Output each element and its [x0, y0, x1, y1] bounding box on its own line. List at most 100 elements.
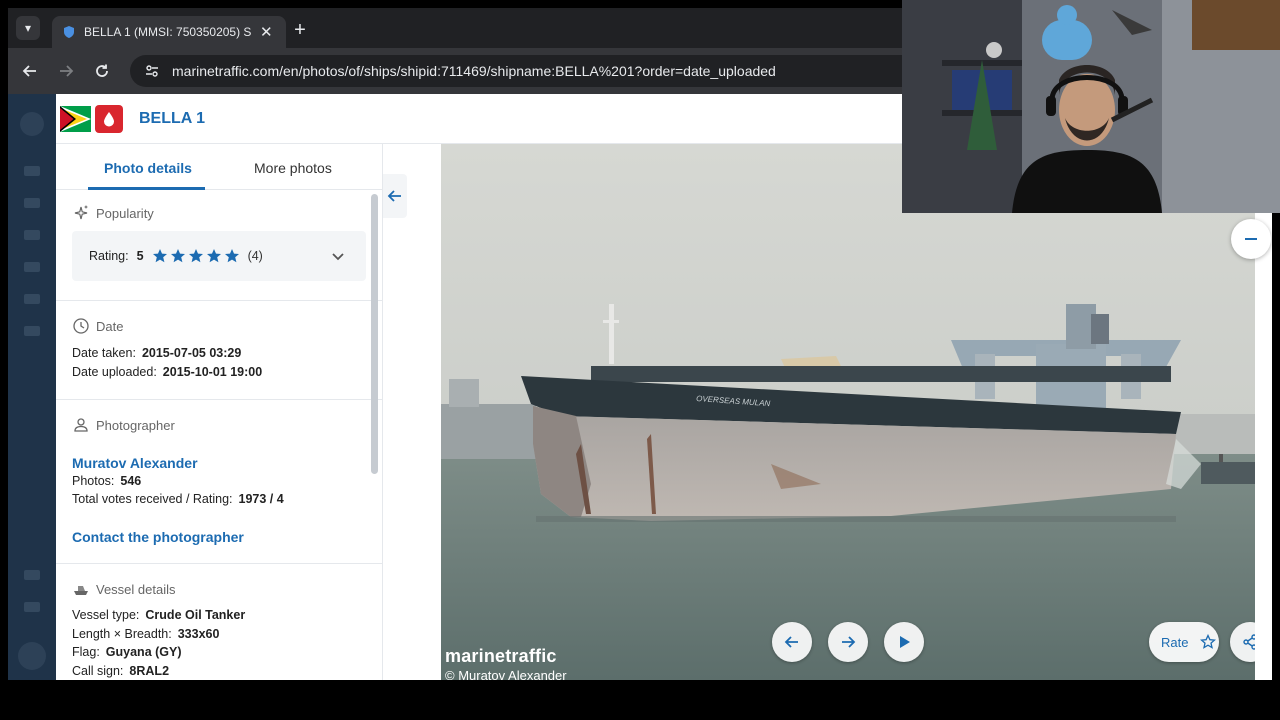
logo-icon[interactable] [20, 112, 44, 136]
call-sign-row: Call sign: 8RAL2 [72, 664, 169, 678]
share-icon [1243, 634, 1255, 650]
star-outline-icon [1200, 634, 1217, 649]
rate-button[interactable]: Rate [1149, 622, 1219, 662]
slideshow-play-button[interactable] [884, 622, 924, 662]
webcam-overlay [902, 0, 1280, 213]
popularity-label: Popularity [96, 205, 154, 221]
star-icon [224, 249, 239, 263]
vessel-details-section: Vessel details Vessel type: Crude Oil Tan… [56, 564, 382, 680]
date-section: Date Date taken: 2015-07-05 03:29 Date up… [56, 301, 382, 400]
nav-item-icon[interactable] [24, 230, 40, 240]
previous-photo-button[interactable] [772, 622, 812, 662]
panel-tabs: Photo details More photos [56, 144, 382, 190]
nav-item-icon[interactable] [24, 602, 40, 612]
tab-more-photos[interactable]: More photos [254, 160, 332, 176]
rating-label: Rating: [89, 249, 129, 263]
date-title: Date [72, 317, 123, 335]
photos-value: 546 [120, 474, 142, 488]
active-tab-indicator [88, 187, 205, 190]
panel-scrollbar[interactable] [371, 194, 378, 474]
user-avatar-icon[interactable] [18, 642, 46, 670]
reload-icon[interactable] [90, 59, 114, 83]
date-taken-row: Date taken: 2015-07-05 03:29 [72, 346, 241, 360]
marinetraffic-favicon-icon [64, 26, 74, 38]
photographer-section: Photographer Muratov Alexander Photos: 54… [56, 400, 382, 564]
sparkle-icon [74, 205, 88, 220]
new-tab-icon[interactable]: + [288, 18, 312, 42]
collapse-panel-button[interactable] [383, 174, 407, 218]
star-icon [152, 249, 167, 263]
date-uploaded-label: Date uploaded: [72, 365, 157, 379]
votes-label: Total votes received / Rating: [72, 492, 233, 506]
star-icon [206, 249, 221, 263]
date-taken-value: 2015-07-05 03:29 [141, 346, 242, 360]
back-arrow-icon[interactable] [18, 59, 42, 83]
star-icon [170, 249, 185, 263]
rating-summary[interactable]: Rating: 5 (4) [72, 231, 366, 281]
photos-count-row: Photos: 546 [72, 474, 141, 488]
vessel-flag-row: Flag: Guyana (GY) [72, 645, 182, 659]
browser-tab[interactable]: BELLA 1 (MMSI: 750350205) Sh ✕ [52, 16, 286, 48]
next-photo-button[interactable] [828, 622, 868, 662]
nav-item-icon[interactable] [24, 198, 40, 208]
votes-value: 1973 / 4 [238, 492, 284, 506]
tab-search-chevron-icon[interactable]: ▾ [16, 16, 40, 40]
contact-photographer-link[interactable]: Contact the photographer [72, 529, 244, 545]
vessel-flag-label: Flag: [72, 645, 100, 659]
forward-arrow-icon[interactable] [54, 59, 78, 83]
site-settings-icon[interactable] [144, 63, 160, 79]
nav-item-icon[interactable] [24, 166, 40, 176]
minus-icon [1245, 238, 1257, 240]
rate-label: Rate [1161, 634, 1189, 650]
vessel-flag-value: Guyana (GY) [105, 645, 182, 659]
screen: ▾ BELLA 1 (MMSI: 750350205) Sh ✕ + marin… [0, 0, 1280, 720]
photographer-name-link[interactable]: Muratov Alexander [72, 455, 198, 471]
marinetraffic-brand: marinetraffic [445, 646, 557, 666]
photos-label: Photos: [72, 474, 115, 488]
vessel-details-label: Vessel details [96, 581, 176, 597]
photo-details-panel: Photo details More photos Popularity Rat… [56, 144, 383, 680]
arrow-right-icon [842, 636, 856, 648]
vessel-size-row: Length × Breadth: 333x60 [72, 627, 219, 641]
rating-stars [152, 248, 240, 264]
zoom-out-button[interactable] [1231, 219, 1271, 259]
chevron-down-icon[interactable] [330, 248, 346, 264]
person-icon [74, 418, 88, 432]
address-bar[interactable]: marinetraffic.com/en/photos/of/ships/shi… [130, 55, 902, 87]
ship-icon [74, 586, 88, 595]
arrow-left-icon [784, 636, 798, 648]
tanker-photo-image: OVERSEAS MULAN [441, 144, 1255, 680]
arrow-left-icon [387, 190, 401, 202]
tab-photo-details[interactable]: Photo details [104, 160, 192, 176]
guyana-flag-icon [60, 105, 91, 132]
date-uploaded-row: Date uploaded: 2015-10-01 19:00 [72, 365, 262, 379]
photographer-title: Photographer [72, 416, 175, 434]
side-navigation [8, 94, 56, 680]
date-label: Date [96, 318, 124, 334]
nav-item-icon[interactable] [24, 294, 40, 304]
vessel-header: BELLA 1 [56, 94, 902, 144]
popularity-section: Popularity Rating: 5 (4) [56, 191, 382, 301]
date-taken-label: Date taken: [72, 346, 136, 360]
webcam-feed-image [902, 0, 1280, 213]
vessel-details-title: Vessel details [72, 580, 176, 598]
call-sign-value: 8RAL2 [129, 664, 170, 678]
vessel-type-label: Vessel type: [72, 608, 140, 622]
vessel-size-value: 333x60 [177, 627, 220, 641]
rating-count: (4) [247, 249, 263, 263]
vessel-name[interactable]: BELLA 1 [139, 110, 205, 128]
play-icon [900, 636, 910, 648]
close-tab-icon[interactable]: ✕ [260, 23, 273, 41]
nav-item-icon[interactable] [24, 262, 40, 272]
popularity-title: Popularity [72, 204, 154, 222]
vessel-photo[interactable]: OVERSEAS MULAN marinetraffic © Muratov A… [441, 144, 1255, 680]
call-sign-label: Call sign: [72, 664, 124, 678]
vessel-size-label: Length × Breadth: [72, 627, 172, 641]
clock-icon [73, 318, 89, 334]
vessel-type-value: Crude Oil Tanker [145, 608, 246, 622]
nav-item-icon[interactable] [24, 570, 40, 580]
votes-row: Total votes received / Rating: 1973 / 4 [72, 492, 284, 506]
nav-item-icon[interactable] [24, 326, 40, 336]
photo-credit: © Muratov Alexander [445, 668, 567, 680]
browser-toolbar: marinetraffic.com/en/photos/of/ships/shi… [8, 48, 902, 94]
